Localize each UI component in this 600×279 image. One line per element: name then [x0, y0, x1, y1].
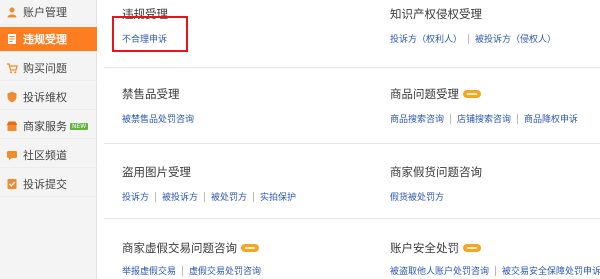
section-product-issues: 商品问题受理 商品搜索咨询 店铺搜索咨询 商品降权申诉 — [390, 86, 578, 125]
sidebar-item-label: 投诉提交 — [23, 178, 67, 191]
section-title: 知识产权侵权受理 — [390, 7, 482, 21]
sidebar-item-submit[interactable]: 投诉提交 — [0, 172, 97, 197]
link-separator — [182, 265, 184, 276]
sidebar-item-complaint[interactable]: 投诉维权 — [0, 85, 97, 110]
shield-icon — [6, 91, 18, 103]
section-title-row: 商品问题受理 — [390, 86, 578, 102]
sidebar-item-purchase[interactable]: 购买问题 — [0, 56, 97, 81]
link-report-fake-trade[interactable]: 举报虚假交易 — [122, 264, 176, 277]
link-separator — [450, 113, 452, 124]
link-separator — [155, 191, 157, 202]
sidebar-item-violation[interactable]: 违规受理 — [0, 27, 97, 52]
row-divider — [104, 67, 600, 68]
store-icon — [6, 120, 18, 132]
tag-badge — [463, 90, 481, 98]
link-respondent[interactable]: 被投诉方（侵权人） — [475, 32, 556, 45]
sidebar-item-label: 购买问题 — [23, 62, 67, 75]
section-ip-infringement: 知识产权侵权受理 投诉方（权利人） 被投诉方（侵权人） — [390, 6, 556, 45]
link-photo-protection[interactable]: 实拍保护 — [260, 190, 296, 203]
sidebar-item-merchant[interactable]: 商家服务 NEW — [0, 114, 97, 139]
sidebar-item-community[interactable]: 社区频道 — [0, 143, 97, 168]
sidebar-item-label: 账户管理 — [23, 6, 67, 19]
section-title-row: 禁售品受理 — [122, 86, 194, 102]
section-title: 商家虚假交易问题咨询 — [122, 241, 237, 255]
row-divider — [104, 143, 600, 144]
section-title: 商家假货问题咨询 — [390, 165, 482, 179]
sidebar-item-label: 投诉维权 — [23, 91, 67, 104]
link-respondent[interactable]: 被投诉方 — [162, 190, 198, 203]
link-product-search[interactable]: 商品搜索咨询 — [390, 112, 444, 125]
link-product-demotion[interactable]: 商品降权申诉 — [524, 112, 578, 125]
new-badge: NEW — [70, 122, 89, 130]
section-title: 盗用图片受理 — [122, 165, 191, 179]
tag-badge — [241, 244, 259, 252]
link-security-appeal[interactable]: 被交易安全保障处罚申诉 — [502, 264, 600, 277]
section-fake-transactions: 商家虚假交易问题咨询 举报虚假交易 虚假交易处罚咨询 — [122, 240, 261, 277]
section-title: 商品问题受理 — [390, 87, 459, 101]
section-title-row: 账户安全处罚 — [390, 240, 600, 256]
link-fake-trade-penalty[interactable]: 虚假交易处罚咨询 — [189, 264, 261, 277]
highlight-box — [112, 16, 188, 52]
link-separator — [517, 113, 519, 124]
person-icon — [6, 6, 18, 18]
sidebar: 账户管理 违规受理 购买问题 投诉维权 商家服务 NEW 社区频道 投诉提交 — [0, 0, 97, 279]
section-image-theft: 盗用图片受理 投诉方 被投诉方 被处罚方 实拍保护 — [122, 164, 296, 203]
row-divider — [104, 218, 600, 219]
link-stolen-account-penalty[interactable]: 被盗取他人账户处罚咨询 — [390, 264, 489, 277]
link-separator — [253, 191, 255, 202]
submit-icon — [6, 178, 18, 190]
community-icon — [6, 149, 18, 161]
link-complainant[interactable]: 投诉方 — [122, 190, 149, 203]
link-complainant[interactable]: 投诉方（权利人） — [390, 32, 462, 45]
link-separator — [204, 191, 206, 202]
link-separator — [495, 265, 497, 276]
section-account-security: 账户安全处罚 被盗取他人账户处罚咨询 被交易安全保障处罚申诉 — [390, 240, 600, 277]
link-shop-search[interactable]: 店铺搜索咨询 — [457, 112, 511, 125]
link-counterfeit-penalized[interactable]: 假货被处罚方 — [390, 190, 444, 203]
section-title: 账户安全处罚 — [390, 241, 459, 255]
link-penalized[interactable]: 被处罚方 — [211, 190, 247, 203]
section-title-row: 商家虚假交易问题咨询 — [122, 240, 261, 256]
section-title: 禁售品受理 — [122, 87, 180, 101]
cart-icon — [6, 62, 18, 74]
sidebar-item-label: 违规受理 — [23, 33, 67, 46]
sidebar-item-account[interactable]: 账户管理 — [0, 0, 97, 25]
link-separator — [468, 33, 470, 44]
document-icon — [6, 33, 18, 45]
section-prohibited-goods: 禁售品受理 被禁售品处罚咨询 — [122, 86, 194, 125]
link-prohibited-penalty[interactable]: 被禁售品处罚咨询 — [122, 112, 194, 125]
tag-badge — [463, 244, 481, 252]
sidebar-item-label: 商家服务 — [23, 120, 67, 133]
section-counterfeit: 商家假货问题咨询 假货被处罚方 — [390, 164, 482, 203]
sidebar-item-label: 社区频道 — [23, 149, 67, 162]
